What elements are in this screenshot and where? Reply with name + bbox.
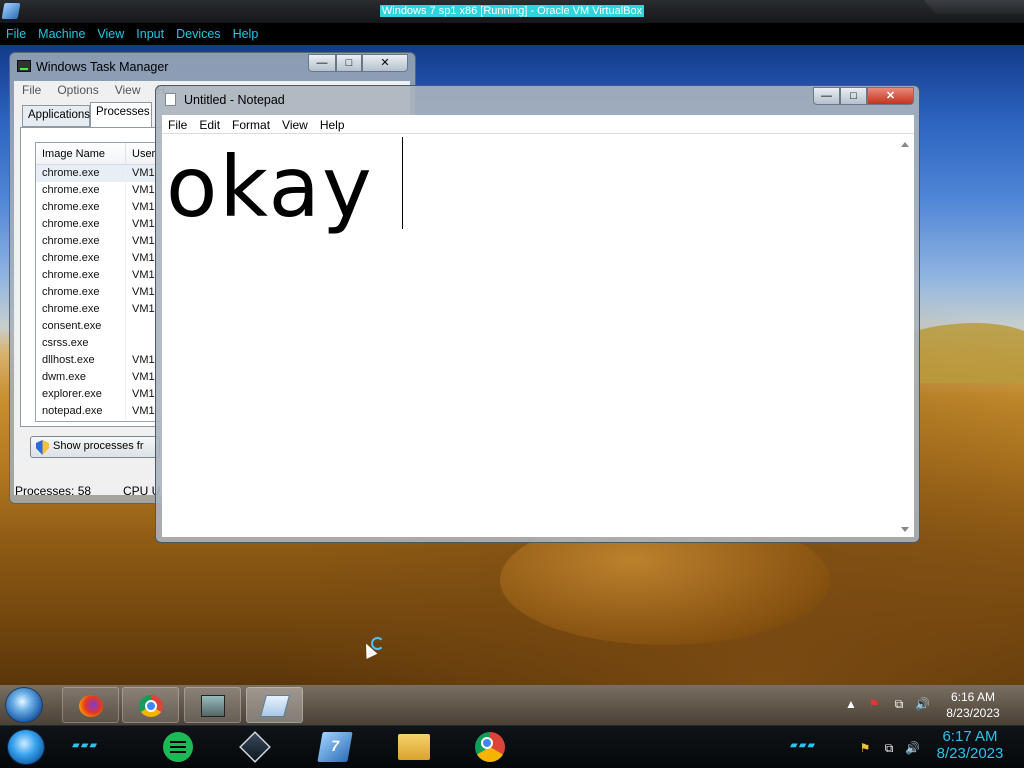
np-menu-view[interactable]: View	[276, 115, 314, 133]
task-manager-title: Windows Task Manager	[36, 60, 169, 74]
dock-decoration-right: ▰▰▰	[790, 740, 817, 751]
virtualbox-icon	[239, 731, 271, 763]
close-button[interactable]: ✕	[867, 87, 914, 105]
show-all-processes-label: Show processes fr	[53, 440, 144, 452]
action-center-icon[interactable]: ⚑	[858, 741, 872, 755]
host-clock-time: 6:17 AM	[942, 728, 998, 745]
host-menu-machine[interactable]: Machine	[32, 24, 91, 45]
process-name: chrome.exe	[36, 267, 126, 284]
notepad-titlebar[interactable]: Untitled - Notepad — □ ✕	[156, 86, 919, 114]
host-taskbar: ▰▰▰ 7 ▰▰▰ ⚑ ⧉ 🔊 6:17 AM 8/23/2023	[0, 725, 1024, 768]
process-name: chrome.exe	[36, 284, 126, 301]
tm-menu-view[interactable]: View	[107, 81, 149, 99]
busy-spinner-icon	[371, 637, 384, 650]
dock-win7-vm[interactable]: 7	[317, 732, 354, 762]
taskbar-task-manager[interactable]	[184, 687, 241, 723]
process-name: dwm.exe	[36, 369, 126, 386]
process-name: chrome.exe	[36, 250, 126, 267]
tab-applications[interactable]: Applications	[22, 105, 90, 127]
notepad-window: Untitled - Notepad — □ ✕ File Edit Forma…	[155, 85, 920, 543]
process-name: chrome.exe	[36, 216, 126, 233]
taskbar-chrome[interactable]	[122, 687, 179, 723]
chrome-icon	[475, 732, 505, 762]
text-caret	[402, 137, 403, 229]
chrome-icon	[139, 695, 163, 717]
scroll-up-icon[interactable]	[901, 142, 909, 147]
host-menu-devices[interactable]: Devices	[170, 24, 226, 45]
process-name: dllhost.exe	[36, 352, 126, 369]
host-menu-view[interactable]: View	[91, 24, 130, 45]
notepad-icon	[165, 93, 176, 106]
dock-explorer[interactable]	[398, 732, 432, 762]
process-name: chrome.exe	[36, 199, 126, 216]
network-icon[interactable]: ⧉	[892, 697, 906, 711]
close-button[interactable]: ✕	[362, 54, 408, 72]
process-name: chrome.exe	[36, 165, 126, 182]
host-menubar: File Machine View Input Devices Help	[0, 24, 1024, 45]
guest-desktop[interactable]: Windows Task Manager — □ ✕ File Options …	[0, 45, 1024, 685]
volume-icon[interactable]: 🔊	[915, 697, 930, 711]
folder-icon	[398, 734, 430, 760]
spotify-icon	[163, 732, 193, 762]
host-window-title: Windows 7 sp1 x86 [Running] - Oracle VM …	[379, 5, 645, 17]
vertical-scrollbar[interactable]	[897, 134, 914, 537]
np-menu-edit[interactable]: Edit	[193, 115, 226, 133]
host-menu-help[interactable]: Help	[227, 24, 265, 45]
tm-menu-file[interactable]: File	[14, 81, 49, 99]
process-name: chrome.exe	[36, 233, 126, 250]
np-menu-file[interactable]: File	[162, 115, 193, 133]
host-start-button[interactable]	[7, 729, 45, 765]
maximize-button[interactable]: □	[336, 54, 362, 72]
show-all-processes-button[interactable]: Show processes fr	[30, 436, 160, 458]
action-center-icon[interactable]: ⚑	[867, 697, 881, 711]
uac-shield-icon	[36, 440, 49, 455]
status-processes-count: Processes: 58	[15, 484, 92, 498]
dock-spotify[interactable]	[163, 732, 197, 762]
host-menu-input[interactable]: Input	[130, 24, 170, 45]
host-window-controls[interactable]	[924, 0, 1024, 14]
process-name: consent.exe	[36, 318, 126, 335]
taskbar-firefox[interactable]	[62, 687, 119, 723]
minimize-button[interactable]: —	[813, 87, 840, 105]
guest-clock-time: 6:16 AM	[950, 690, 996, 704]
maximize-button[interactable]: □	[840, 87, 867, 105]
np-menu-help[interactable]: Help	[314, 115, 351, 133]
scroll-down-icon[interactable]	[901, 527, 909, 532]
notepad-text-area[interactable]: okay	[162, 134, 914, 537]
host-titlebar: Windows 7 sp1 x86 [Running] - Oracle VM …	[0, 0, 1024, 24]
network-icon[interactable]: ⧉	[882, 741, 896, 755]
host-clock[interactable]: 6:17 AM 8/23/2023	[930, 728, 1010, 762]
start-button[interactable]	[5, 687, 43, 723]
task-manager-icon	[201, 695, 225, 717]
tab-processes[interactable]: Processes	[90, 102, 152, 127]
dock-decoration-left: ▰▰▰	[72, 740, 99, 751]
process-name: chrome.exe	[36, 182, 126, 199]
np-menu-format[interactable]: Format	[226, 115, 276, 133]
guest-taskbar: ▲ ⚑ ⧉ 🔊 6:16 AM 8/23/2023	[0, 685, 1024, 725]
process-name: explorer.exe	[36, 386, 126, 403]
task-manager-icon	[17, 60, 31, 72]
notepad-content: okay	[166, 138, 374, 236]
host-clock-date: 8/23/2023	[936, 745, 1004, 762]
process-name: notepad.exe	[36, 403, 126, 420]
show-hidden-icons[interactable]: ▲	[844, 697, 858, 711]
guest-clock[interactable]: 6:16 AM 8/23/2023	[943, 689, 1003, 721]
dock-virtualbox[interactable]	[239, 731, 274, 763]
volume-icon[interactable]: 🔊	[905, 741, 920, 755]
guest-clock-date: 8/23/2023	[946, 706, 1000, 720]
process-name: chrome.exe	[36, 301, 126, 318]
windows7-vm-icon: 7	[317, 732, 353, 762]
firefox-icon	[79, 695, 103, 717]
notepad-title: Untitled - Notepad	[184, 93, 285, 107]
host-menu-file[interactable]: File	[0, 24, 32, 45]
task-manager-titlebar[interactable]: Windows Task Manager — □ ✕	[10, 53, 415, 79]
column-image-name[interactable]: Image Name	[36, 143, 126, 164]
minimize-button[interactable]: —	[308, 54, 336, 72]
taskbar-notepad[interactable]	[246, 687, 303, 723]
dock-chrome[interactable]	[475, 732, 509, 762]
process-name: csrss.exe	[36, 335, 126, 352]
tm-menu-options[interactable]: Options	[49, 81, 106, 99]
notepad-icon	[260, 695, 290, 717]
